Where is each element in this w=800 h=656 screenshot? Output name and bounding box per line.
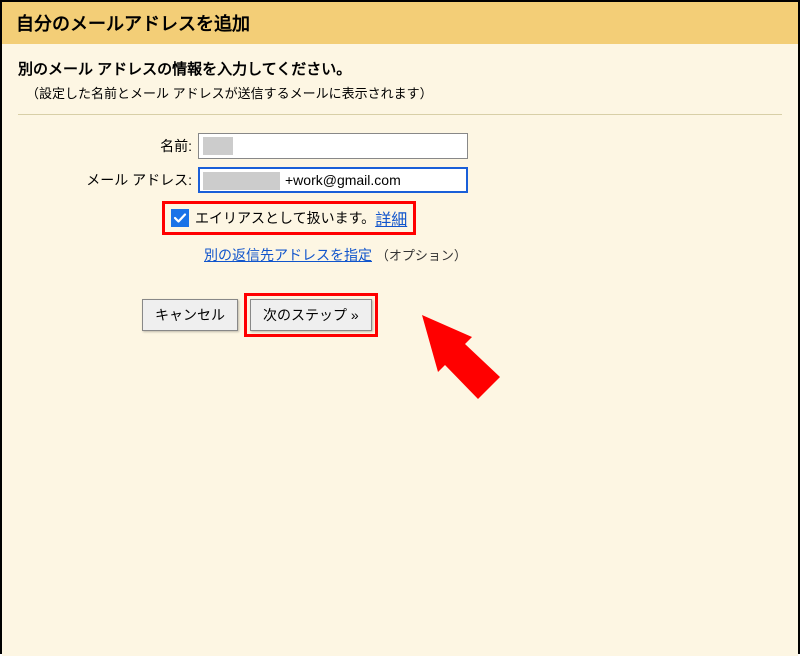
next-highlight-box: 次のステップ »	[244, 293, 378, 337]
name-input[interactable]	[198, 133, 468, 159]
divider	[18, 114, 782, 115]
button-row: キャンセル 次のステップ »	[142, 293, 782, 337]
reply-row: 別の返信先アドレスを指定 （オプション）	[204, 245, 782, 265]
note-text: （設定した名前とメール アドレスが送信するメールに表示されます）	[26, 83, 782, 102]
name-row: 名前:	[18, 133, 782, 159]
name-label: 名前:	[18, 136, 198, 156]
alias-label: エイリアスとして扱います。	[195, 208, 375, 228]
check-icon	[173, 211, 187, 225]
reply-address-link[interactable]: 別の返信先アドレスを指定	[204, 247, 372, 263]
email-input[interactable]	[198, 167, 468, 193]
email-label: メール アドレス:	[18, 170, 198, 190]
dialog-header: 自分のメールアドレスを追加	[2, 2, 798, 44]
attention-arrow-icon	[422, 315, 512, 405]
dialog-content: 別のメール アドレスの情報を入力してください。 （設定した名前とメール アドレス…	[2, 44, 798, 656]
next-step-button[interactable]: 次のステップ »	[250, 299, 372, 331]
alias-highlight-box: エイリアスとして扱います。 詳細	[162, 201, 416, 235]
email-row: メール アドレス:	[18, 167, 782, 193]
dialog-title: 自分のメールアドレスを追加	[16, 14, 250, 34]
reply-option-text: （オプション）	[376, 248, 467, 263]
alias-detail-link[interactable]: 詳細	[375, 206, 407, 230]
cancel-button[interactable]: キャンセル	[142, 299, 238, 331]
alias-checkbox[interactable]	[171, 209, 189, 227]
prompt-text: 別のメール アドレスの情報を入力してください。	[18, 58, 782, 79]
